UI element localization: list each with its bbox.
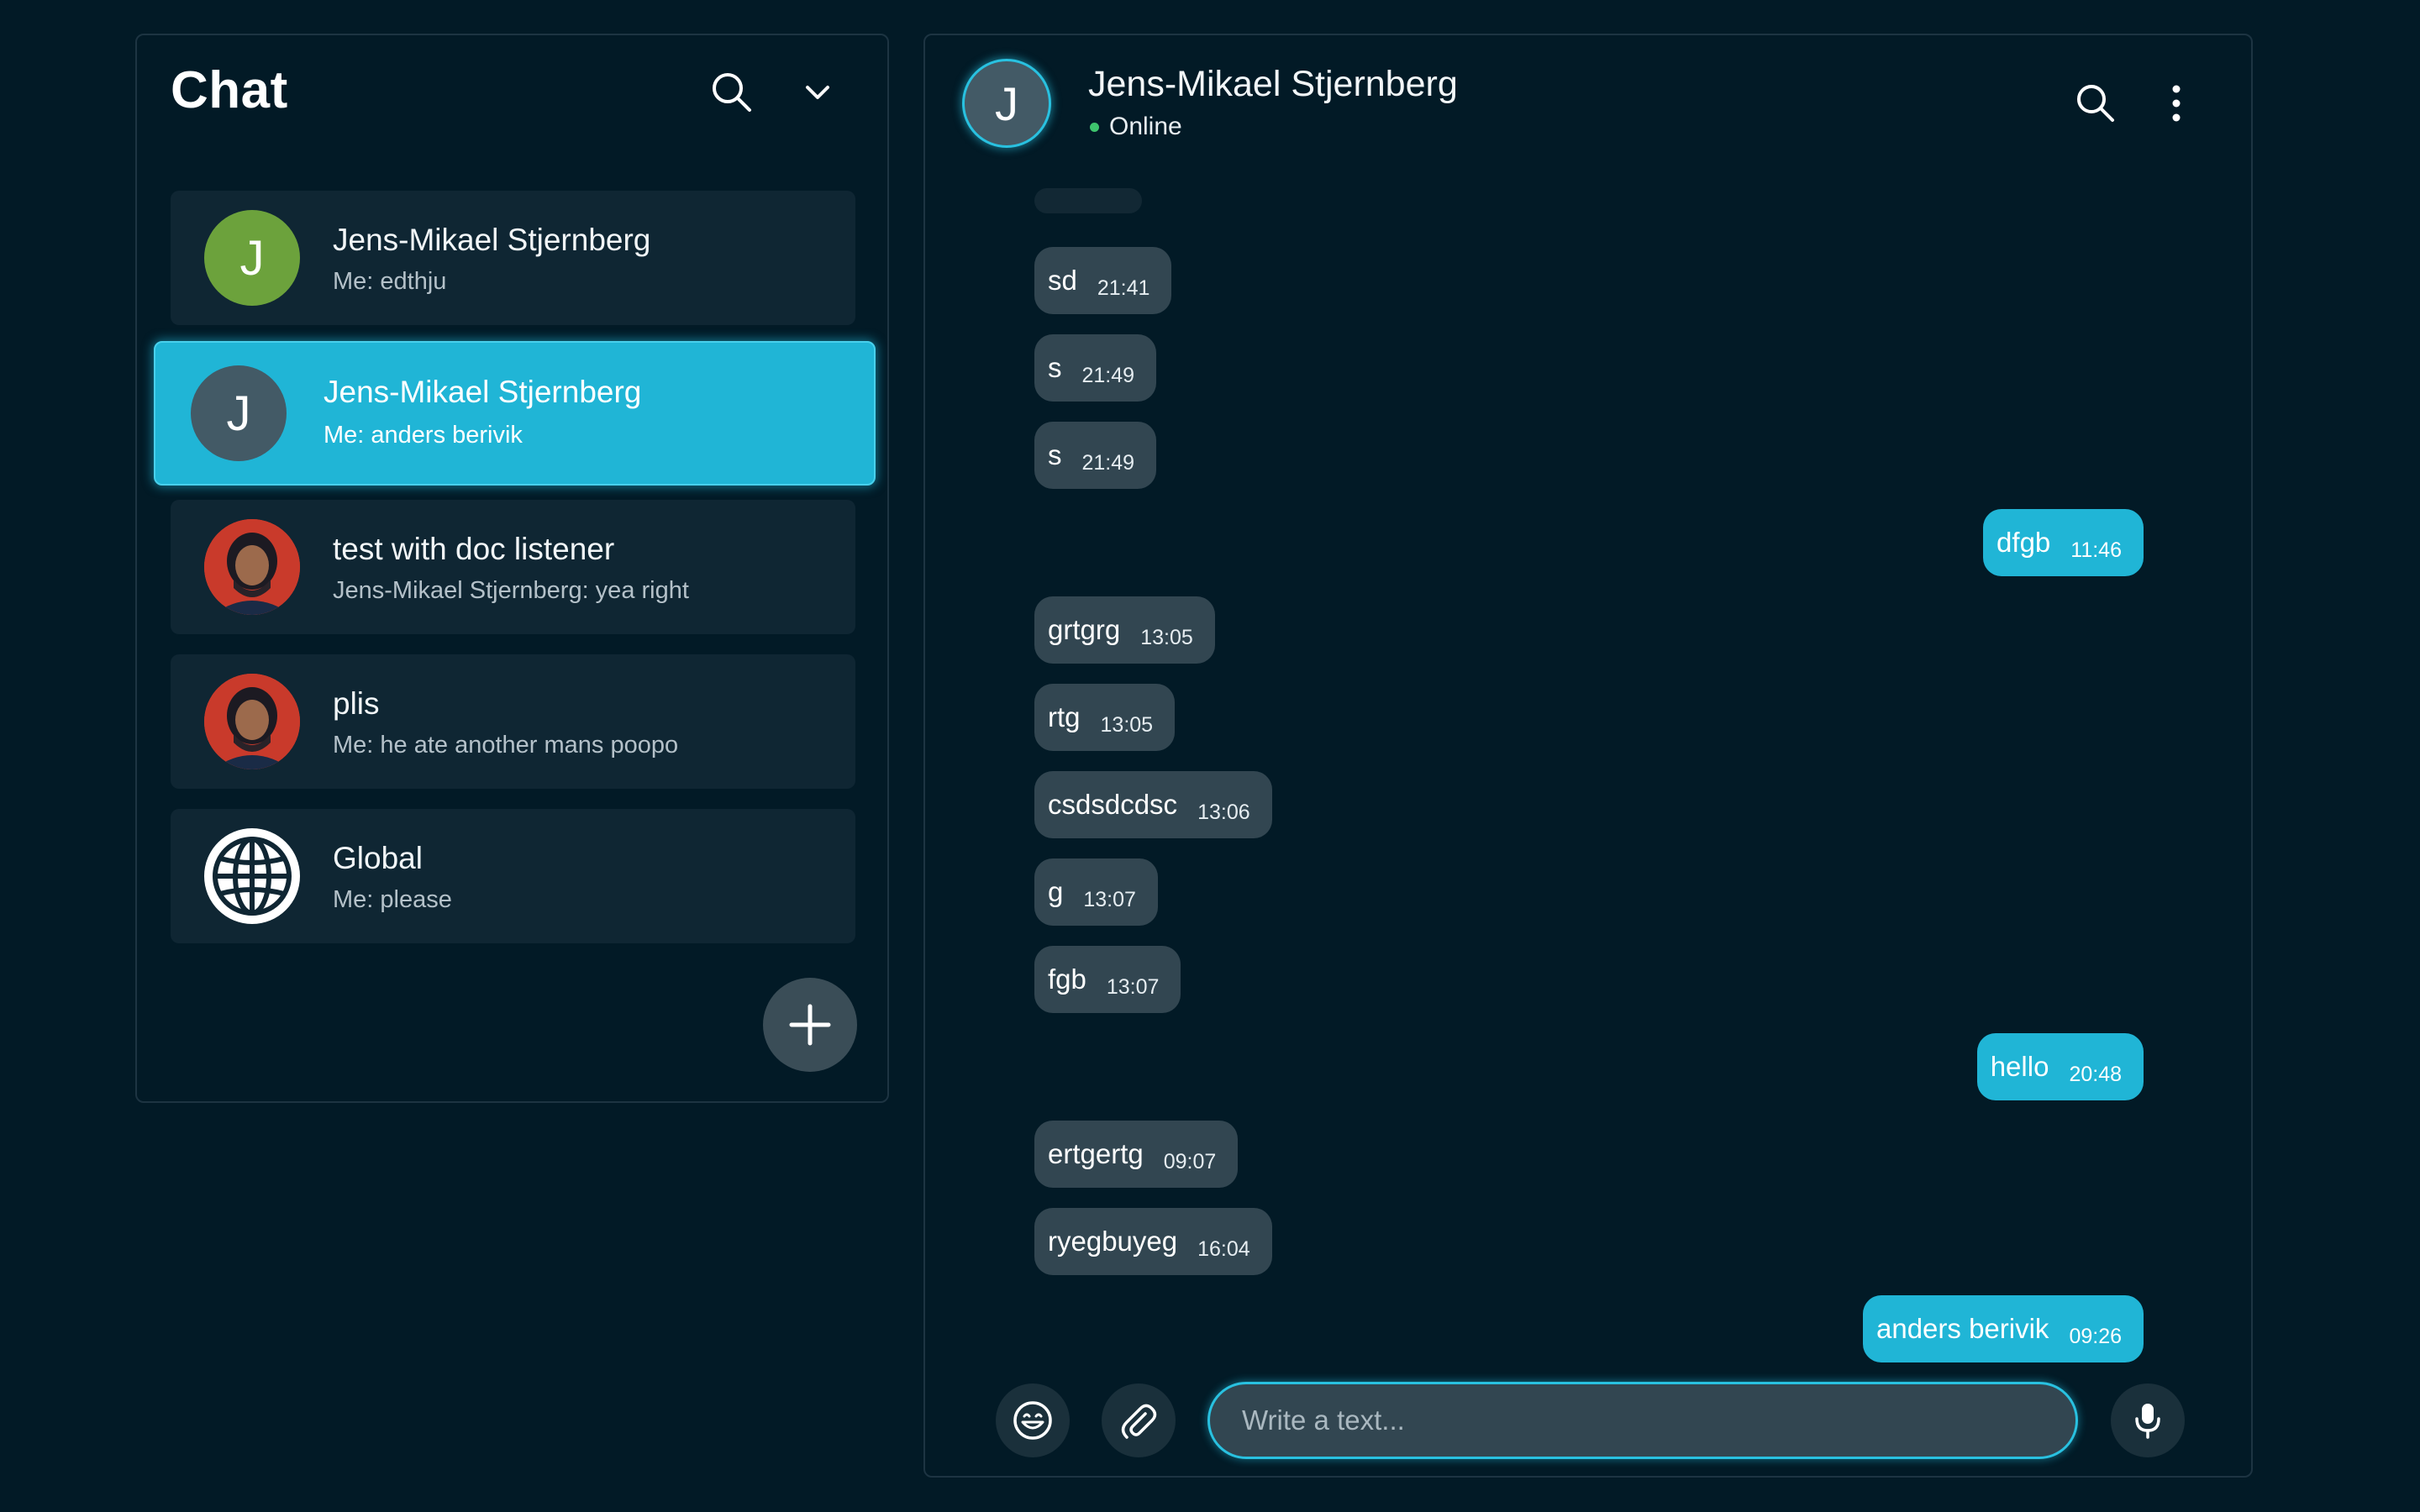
contact-status: Online [1109,113,1182,140]
message-time: 13:06 [1197,800,1250,824]
message-text: fgb [1048,963,1086,995]
search-icon[interactable] [2073,81,2118,126]
chat-name: Jens-Mikael Stjernberg [333,223,651,257]
message-bubble-partial [1034,188,1142,213]
globe-icon [204,828,300,924]
message-time: 09:07 [1163,1149,1217,1173]
chevron-down-icon[interactable] [801,76,834,109]
chat-name: plis [333,686,380,721]
message-text: sd [1048,265,1077,296]
new-chat-button[interactable] [763,978,857,1072]
message-text: hello [1990,1051,2049,1082]
message-time: 21:49 [1081,450,1135,475]
online-status-dot [1090,123,1099,132]
chat-list-item[interactable]: test with doc listener Jens-Mikael Stjer… [171,500,855,634]
incoming-message-bubble[interactable]: grtgrg 13:05 [1034,596,1215,664]
incoming-message-bubble[interactable]: s 21:49 [1034,334,1157,402]
avatar[interactable]: J [962,59,1051,148]
message-text: ryegbuyeg [1048,1226,1178,1257]
chat-name: Jens-Mikael Stjernberg [324,375,642,409]
message-text: grtgrg [1048,614,1121,645]
message-text: s [1048,439,1062,470]
message-text: ertgertg [1048,1138,1144,1169]
chat-list-item[interactable]: plis Me: he ate another mans poopo [171,654,855,789]
message-text: rtg [1048,701,1081,732]
emoji-icon [1013,1401,1052,1440]
microphone-icon [2135,1404,2160,1439]
chat-list-item[interactable]: J Jens-Mikael Stjernberg Me: edthju [171,191,855,325]
incoming-message-bubble[interactable]: s 21:49 [1034,422,1157,489]
chat-list-item-active[interactable]: J Jens-Mikael Stjernberg Me: anders beri… [154,341,876,486]
incoming-message-bubble[interactable]: csdsdcdsc 13:06 [1034,771,1272,838]
emoji-button[interactable] [996,1383,1070,1457]
conversation-panel: J Jens-Mikael Stjernberg Online sd 21:41 s… [923,34,2253,1478]
message-input[interactable] [1207,1382,2078,1459]
plus-icon [789,1004,831,1046]
message-time: 21:49 [1081,363,1135,387]
profile-photo-avatar [204,519,300,615]
chat-name: test with doc listener [333,532,615,566]
message-text: csdsdcdsc [1048,789,1178,820]
incoming-message-bubble[interactable]: fgb 13:07 [1034,946,1181,1013]
chat-last-message: Me: anders berivik [324,422,523,449]
incoming-message-bubble[interactable]: sd 21:41 [1034,247,1172,314]
chat-list-item[interactable]: Global Me: please [171,809,855,943]
incoming-message-bubble[interactable]: ryegbuyeg 16:04 [1034,1208,1272,1275]
contact-name: Jens-Mikael Stjernberg [1088,64,1458,104]
chat-list-panel: Chat J Jens-Mikael Stjernberg Me: edthju… [135,34,889,1103]
chat-last-message: Me: he ate another mans poopo [333,732,679,759]
profile-photo-avatar [204,674,300,769]
chat-name: Global [333,841,423,875]
incoming-message-bubble[interactable]: rtg 13:05 [1034,684,1176,751]
message-time: 13:05 [1100,712,1154,737]
chat-last-message: Me: please [333,886,452,913]
message-list[interactable]: sd 21:41 s 21:49 s 21:49 dfgb 11:46 grtgrg 13:05 r… [925,188,2251,1388]
message-text: s [1048,352,1062,383]
message-time: 09:26 [2069,1324,2122,1348]
attach-button[interactable] [1102,1383,1176,1457]
outgoing-message-bubble[interactable]: dfgb 11:46 [1983,509,2144,576]
avatar: J [191,365,287,461]
chat-list-title: Chat [171,61,288,119]
more-options-icon[interactable] [2164,81,2189,126]
message-time: 21:41 [1097,276,1150,300]
message-time: 20:48 [2069,1062,2122,1086]
message-time: 13:07 [1083,887,1136,911]
voice-record-button[interactable] [2111,1383,2185,1457]
message-time: 13:05 [1140,625,1193,649]
message-text: dfgb [1996,527,2051,558]
incoming-message-bubble[interactable]: g 13:07 [1034,858,1158,926]
message-time: 11:46 [2070,538,2122,562]
search-icon[interactable] [708,69,755,116]
message-text: anders berivik [1876,1313,2049,1344]
incoming-message-bubble[interactable]: ertgertg 09:07 [1034,1121,1239,1188]
outgoing-message-bubble[interactable]: hello 20:48 [1976,1033,2144,1100]
avatar: J [204,210,300,306]
message-time: 13:07 [1106,974,1160,999]
chat-last-message: Jens-Mikael Stjernberg: yea right [333,577,689,604]
chat-last-message: Me: edthju [333,268,447,295]
outgoing-message-bubble[interactable]: anders berivik 09:26 [1863,1295,2144,1362]
paperclip-icon [1121,1404,1157,1439]
message-text: g [1048,876,1064,907]
message-time: 16:04 [1197,1236,1250,1261]
